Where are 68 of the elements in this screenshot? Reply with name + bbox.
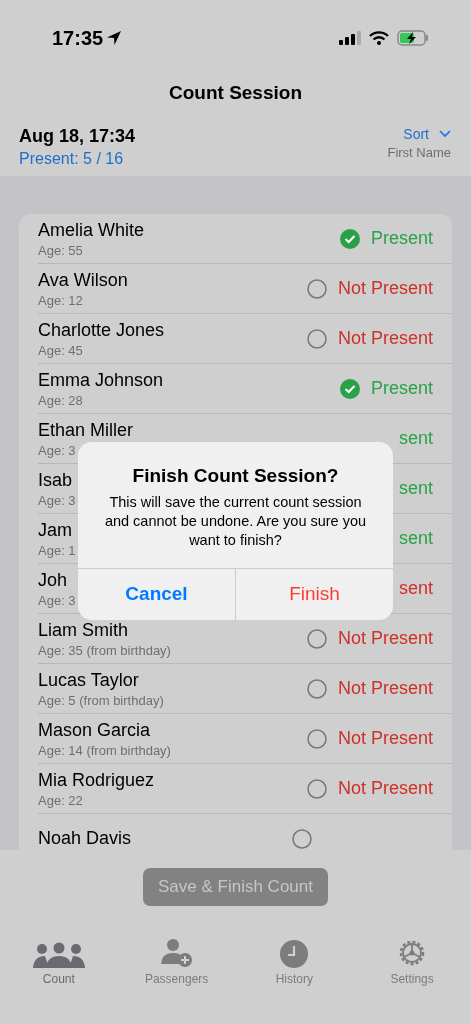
passenger-age: Age: 5 (from birthday) bbox=[38, 692, 164, 708]
location-arrow-icon bbox=[106, 30, 123, 46]
passenger-name: Emma Johnson bbox=[38, 369, 164, 391]
people-group-icon bbox=[32, 942, 85, 968]
passenger-name: Joh bbox=[38, 569, 69, 591]
tab-bar-item[interactable]: Passengers bbox=[126, 932, 227, 986]
wifi-icon bbox=[369, 31, 389, 45]
empty-circle-icon[interactable] bbox=[306, 628, 327, 649]
empty-circle-icon[interactable] bbox=[306, 728, 327, 749]
present-count: Present: 5 / 16 bbox=[19, 150, 125, 168]
attendance-status: sent bbox=[398, 528, 433, 549]
passenger-name: Liam Smith bbox=[38, 619, 130, 641]
session-date: Aug 18, 17:34 bbox=[19, 126, 136, 147]
tab-bar-item[interactable]: Count bbox=[8, 932, 109, 986]
passenger-age: Age: 28 bbox=[38, 392, 84, 408]
attendance-status: Present bbox=[370, 378, 433, 399]
tab-bar-item[interactable]: Settings bbox=[362, 932, 463, 986]
screen-title: Count Session bbox=[169, 82, 302, 104]
passenger-name: Noah Davis bbox=[38, 828, 132, 849]
passenger-name: Charlotte Jones bbox=[38, 319, 165, 341]
empty-circle-icon[interactable] bbox=[306, 278, 327, 299]
passenger-age: Age: 55 bbox=[38, 242, 84, 258]
tab-bar-item[interactable]: History bbox=[244, 932, 345, 986]
passenger-name: Mason Garcia bbox=[38, 719, 152, 741]
passenger-name: Amelia White bbox=[38, 219, 145, 241]
attendance-status: Not Present bbox=[337, 778, 433, 799]
check-circle-icon[interactable] bbox=[339, 378, 360, 399]
passenger-age: Age: 3 bbox=[38, 442, 77, 458]
passenger-name: Mia Rodriguez bbox=[38, 769, 155, 791]
passenger-name: Ava Wilson bbox=[38, 269, 128, 291]
attendance-status: Present bbox=[370, 228, 433, 249]
attendance-status: Not Present bbox=[337, 278, 433, 299]
passenger-age: Age: 14 (from birthday) bbox=[38, 742, 171, 758]
passenger-age: Age: 35 (from birthday) bbox=[38, 642, 171, 658]
passenger-age: Age: 3 bbox=[38, 492, 76, 508]
attendance-status: Not Present bbox=[337, 728, 433, 749]
cancel-button[interactable]: Cancel bbox=[78, 568, 235, 620]
passenger-age: Age: 45 bbox=[38, 342, 84, 358]
attendance-status: sent bbox=[398, 578, 433, 599]
attendance-status: Not Present bbox=[337, 328, 433, 349]
passenger-age: Age: 12 bbox=[38, 292, 84, 308]
alert-title: Finish Count Session? bbox=[132, 465, 339, 487]
chevron-down-icon bbox=[439, 130, 451, 138]
passenger-name: Ethan Miller bbox=[38, 419, 134, 441]
passenger-name: Lucas Taylor bbox=[38, 669, 140, 691]
passenger-age: Age: 22 bbox=[38, 792, 84, 808]
empty-circle-icon[interactable] bbox=[292, 828, 312, 849]
passenger-name: Isab bbox=[38, 469, 74, 491]
passenger-name: Jam bbox=[38, 519, 73, 541]
passenger-age: Age: 3 bbox=[38, 592, 76, 608]
battery-charging-icon bbox=[397, 30, 429, 46]
attendance-status: Not Present bbox=[337, 628, 433, 649]
person-add-icon bbox=[160, 938, 193, 968]
empty-circle-icon[interactable] bbox=[306, 678, 327, 699]
empty-circle-icon[interactable] bbox=[306, 328, 327, 349]
alert-message: This will save the current count session and cannot be undone. Are you sure you want to finish? bbox=[103, 493, 368, 550]
signal-icon bbox=[339, 31, 361, 45]
status-time: 17:35 bbox=[52, 26, 104, 50]
attendance-status: sent bbox=[398, 428, 433, 449]
attendance-status: sent bbox=[398, 478, 433, 499]
clock-icon bbox=[280, 940, 309, 968]
empty-circle-icon[interactable] bbox=[306, 778, 327, 799]
check-circle-icon[interactable] bbox=[339, 228, 360, 249]
passenger-age: Age: 1 bbox=[38, 542, 76, 558]
sort-value: First Name bbox=[387, 145, 451, 160]
finish-button[interactable]: Finish bbox=[235, 568, 393, 620]
attendance-status: Not Present bbox=[337, 678, 433, 699]
sort-button[interactable]: Sort bbox=[403, 126, 451, 142]
